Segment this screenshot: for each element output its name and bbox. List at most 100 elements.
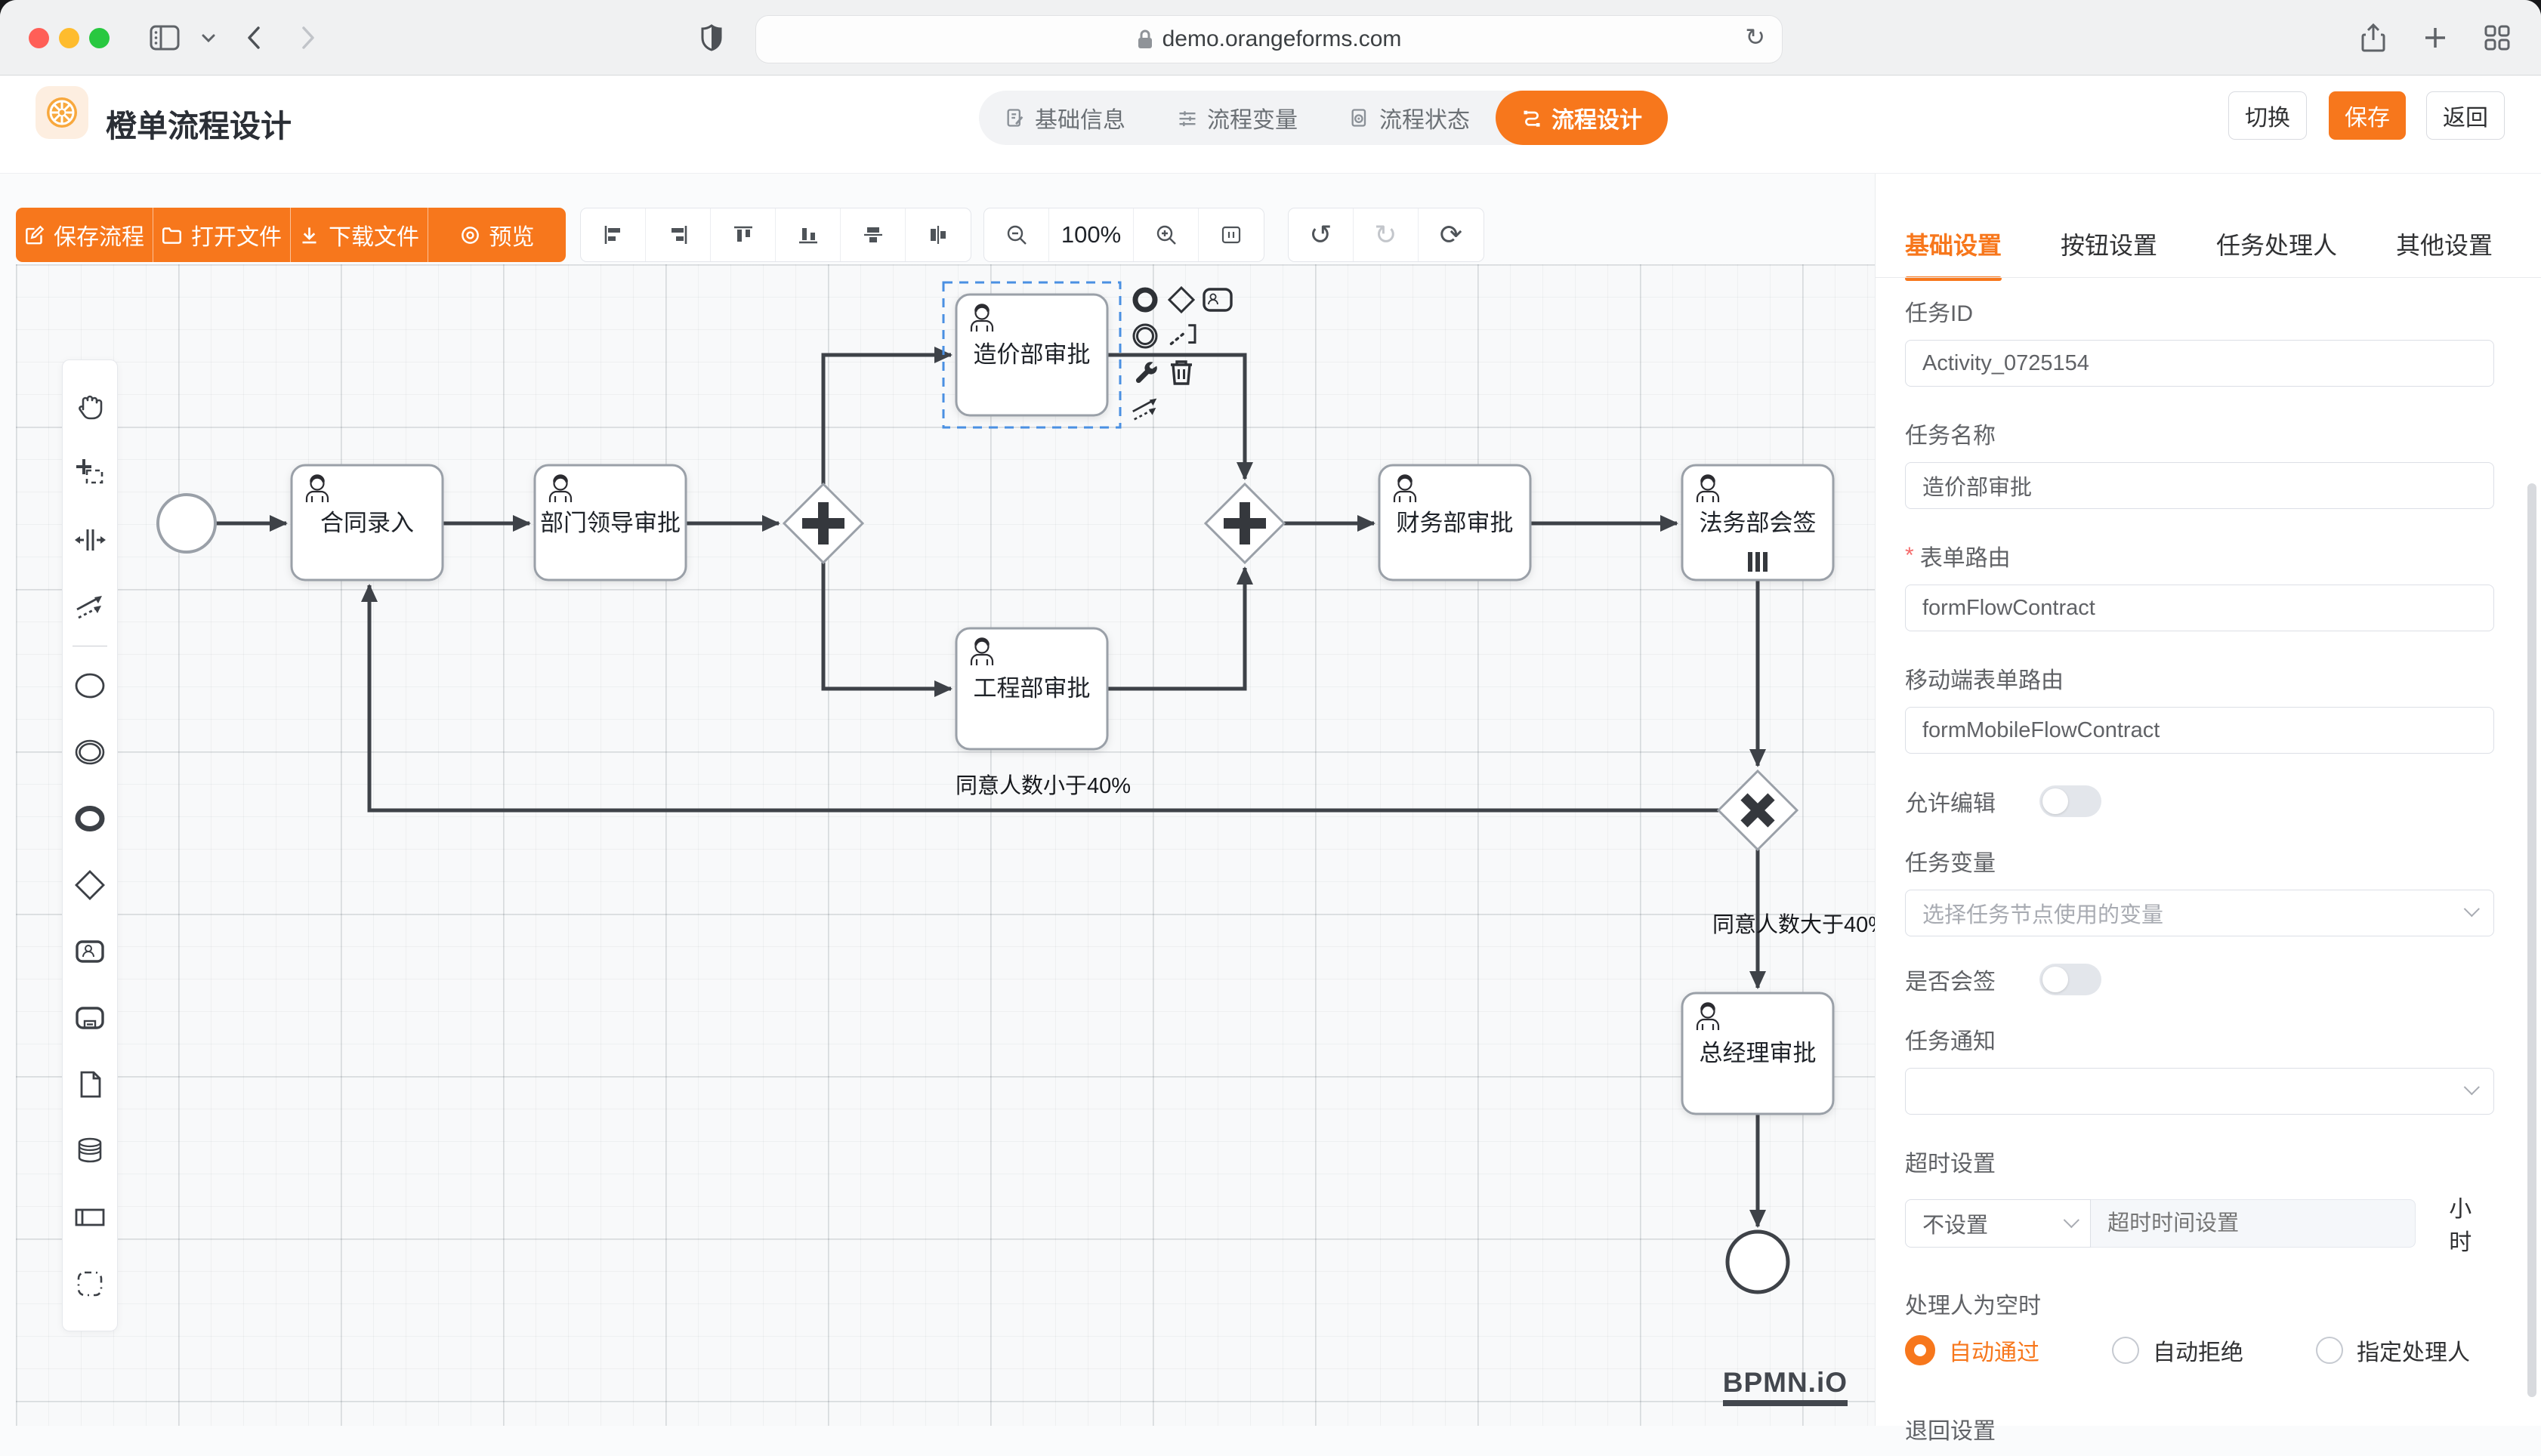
address-bar[interactable]: demo.orangeforms.com ↻: [755, 15, 1783, 63]
traffic-light-fullscreen[interactable]: [89, 28, 110, 48]
preview-button[interactable]: 预览: [428, 208, 566, 262]
append-intermediate-event-icon[interactable]: [1129, 320, 1161, 352]
radio-assign-handler[interactable]: 指定处理人: [2316, 1334, 2470, 1367]
tab-flow-status[interactable]: 流程状态: [1323, 91, 1496, 145]
history-back-button[interactable]: [236, 20, 272, 56]
svg-text:财务部审批: 财务部审批: [1397, 510, 1514, 536]
node-finance-approve[interactable]: 财务部审批: [1379, 465, 1530, 580]
download-file-button[interactable]: 下载文件: [291, 208, 428, 262]
append-end-event-icon[interactable]: [1129, 284, 1161, 316]
radio-auto-approve[interactable]: 自动通过: [1905, 1334, 2039, 1367]
zoom-in-button[interactable]: [1134, 208, 1199, 261]
tab-basic-settings[interactable]: 基础设置: [1905, 227, 2002, 281]
undo-button[interactable]: ↺: [1289, 208, 1354, 261]
create-start-event[interactable]: [67, 652, 113, 719]
parallel-gateway-1[interactable]: [784, 484, 863, 563]
settings-panel: 基础设置 按钮设置 任务处理人 其他设置 任务ID 任务名称 *表单路由 移动端…: [1875, 174, 2541, 1426]
reload-icon[interactable]: ↻: [1745, 23, 1765, 51]
tab-basic-info[interactable]: 基础信息: [979, 91, 1151, 145]
align-bottom-button[interactable]: [776, 208, 841, 261]
edge-gateway1-to-eng[interactable]: [823, 563, 951, 689]
countersign-toggle[interactable]: [2039, 964, 2101, 995]
bpmn-io-watermark[interactable]: BPMN.iO: [1723, 1367, 1848, 1406]
allow-edit-toggle[interactable]: [2039, 785, 2101, 817]
append-user-task-icon[interactable]: [1202, 284, 1233, 316]
append-gateway-icon[interactable]: [1166, 284, 1197, 316]
align-center-horizontal-button[interactable]: [841, 208, 906, 261]
traffic-light-minimize[interactable]: [59, 28, 79, 48]
node-eng-dept-approve[interactable]: 工程部审批: [956, 628, 1107, 749]
trash-icon[interactable]: [1166, 356, 1197, 388]
radio-auto-reject[interactable]: 自动拒绝: [2112, 1334, 2243, 1367]
align-top-button[interactable]: [711, 208, 776, 261]
history-tools-group: ↺ ↻ ⟳: [1288, 208, 1484, 262]
create-end-event[interactable]: [67, 785, 113, 852]
bpmn-canvas[interactable]: 同意人数小于40% 同意人数大于40% 合同录入 部门领导审批: [16, 264, 1875, 1426]
global-connect-tool[interactable]: [67, 573, 113, 640]
tab-flow-variables[interactable]: 流程变量: [1151, 91, 1323, 145]
save-flow-button[interactable]: 保存流程: [16, 208, 153, 262]
switch-button[interactable]: 切换: [2228, 91, 2307, 140]
panel-scrollbar[interactable]: [2527, 483, 2536, 1397]
lasso-tool[interactable]: [67, 440, 113, 507]
space-tool[interactable]: [67, 507, 113, 573]
timeout-value-input[interactable]: [2091, 1199, 2416, 1248]
history-forward-button[interactable]: [290, 20, 326, 56]
timeout-mode-select[interactable]: 不设置: [1905, 1199, 2091, 1248]
hand-tool[interactable]: [67, 374, 113, 440]
parallel-gateway-2[interactable]: [1206, 484, 1284, 563]
node-gm-approve[interactable]: 总经理审批: [1682, 993, 1833, 1114]
node-contract-entry[interactable]: 合同录入: [292, 465, 443, 580]
create-user-task[interactable]: [67, 918, 113, 985]
zoom-out-button[interactable]: [984, 208, 1049, 261]
end-event[interactable]: [1727, 1232, 1788, 1292]
share-icon[interactable]: [2355, 20, 2391, 56]
create-subprocess[interactable]: [67, 985, 113, 1051]
redo-button[interactable]: ↻: [1354, 208, 1419, 261]
append-text-annotation-icon[interactable]: [1169, 319, 1200, 350]
connect-tool-icon[interactable]: [1129, 393, 1161, 424]
edit-icon: [24, 225, 45, 245]
tabs-divider: [1876, 277, 2541, 278]
start-event[interactable]: [158, 495, 215, 552]
task-variable-select[interactable]: 选择任务节点使用的变量: [1905, 890, 2494, 936]
align-center-vertical-button[interactable]: [906, 208, 971, 261]
tab-overview-icon[interactable]: [2479, 20, 2515, 56]
open-file-button[interactable]: 打开文件: [153, 208, 291, 262]
fit-viewport-button[interactable]: [1199, 208, 1264, 261]
back-button[interactable]: 返回: [2426, 91, 2505, 140]
new-tab-icon[interactable]: [2417, 20, 2453, 56]
create-gateway[interactable]: [67, 852, 113, 918]
wrench-icon[interactable]: [1129, 356, 1161, 388]
tab-flow-design[interactable]: 流程设计: [1496, 91, 1668, 145]
mobile-form-route-input[interactable]: [1905, 707, 2494, 754]
create-data-object[interactable]: [67, 1051, 113, 1118]
empty-handler-options: 自动通过 自动拒绝 指定处理人: [1905, 1332, 2494, 1368]
refresh-button[interactable]: ⟳: [1419, 208, 1484, 261]
edge-eng-to-gateway2[interactable]: [1107, 568, 1245, 689]
tab-task-assignee[interactable]: 任务处理人: [2216, 227, 2337, 281]
node-cost-dept-approve[interactable]: 造价部审批: [956, 295, 1107, 415]
create-participant[interactable]: [67, 1184, 113, 1251]
sidebar-toggle-icon[interactable]: [147, 20, 183, 56]
align-left-button[interactable]: [581, 208, 646, 261]
tab-other-settings[interactable]: 其他设置: [2396, 227, 2493, 281]
task-id-input[interactable]: [1905, 340, 2494, 387]
node-dept-leader-approve[interactable]: 部门领导审批: [535, 465, 686, 580]
node-legal-countersign[interactable]: 法务部会签: [1682, 465, 1833, 580]
create-intermediate-event[interactable]: [67, 719, 113, 785]
align-right-button[interactable]: [646, 208, 711, 261]
chevron-down-icon[interactable]: [190, 20, 227, 56]
tab-button-settings[interactable]: 按钮设置: [2061, 227, 2157, 281]
create-group[interactable]: [67, 1251, 113, 1317]
timeout-unit: 小时: [2449, 1190, 2494, 1257]
task-notify-select[interactable]: [1905, 1068, 2494, 1115]
create-data-store[interactable]: [67, 1118, 113, 1184]
edge-gateway1-to-cost[interactable]: [823, 355, 951, 484]
traffic-light-close[interactable]: [29, 28, 49, 48]
form-route-input[interactable]: [1905, 585, 2494, 631]
shield-icon[interactable]: [693, 20, 730, 56]
save-button[interactable]: 保存: [2329, 91, 2406, 140]
task-name-input[interactable]: [1905, 462, 2494, 509]
exclusive-gateway[interactable]: [1718, 771, 1797, 850]
